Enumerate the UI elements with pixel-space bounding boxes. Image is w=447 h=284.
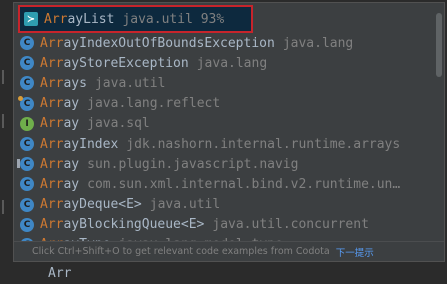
completion-item-selected[interactable]: ≻ Arr ayList java.util 93% (18, 5, 253, 33)
item-package: com.sun.xml.internal.bind.v2.runtime.un… (87, 176, 401, 192)
item-name-rest: ayIndex (63, 136, 119, 152)
typed-text: Arr (48, 266, 72, 281)
item-match-text: Arr (40, 156, 64, 172)
item-match-text: Arr (44, 11, 68, 27)
item-package: java.lang.reflect (87, 96, 221, 112)
completion-item[interactable]: C Arr ayIndex jdk.nashorn.internal.runtime.… (14, 134, 434, 154)
completion-item[interactable]: I Arr ay java.sql (14, 114, 434, 134)
class-icon: C (20, 56, 34, 71)
class-icon: C (18, 95, 34, 111)
item-name-rest: ayIndexOutOfBoundsException (63, 35, 275, 51)
class-icon: C (20, 36, 34, 51)
class-icon: C (20, 76, 34, 91)
completion-item[interactable]: C Arr ay com.sun.xml.internal.bind.v2.runti… (14, 174, 434, 194)
item-name-rest: ay (63, 116, 80, 132)
interface-icon: I (20, 116, 34, 131)
item-package: sun.plugin.javascript.navig (87, 156, 299, 172)
next-hint-link[interactable]: 下一提示 (336, 245, 374, 259)
class-icon: C (20, 137, 34, 152)
class-icon: C (17, 157, 34, 172)
completion-scrollbar[interactable] (436, 13, 442, 77)
item-match-text: Arr (40, 96, 64, 112)
item-match-text: Arr (40, 75, 64, 91)
item-name-rest: ay (63, 156, 80, 172)
completion-item[interactable]: C Arr ayDeque<E> java.util (14, 195, 434, 215)
item-package: jdk.nashorn.internal.runtime.arrays (126, 136, 401, 152)
item-name-rest: ays (63, 75, 87, 91)
item-package: java.lang (196, 55, 268, 71)
item-name-rest: ayList (67, 11, 115, 27)
class-icon: C (20, 197, 34, 212)
class-icon: C (20, 177, 34, 192)
item-package: java.util (149, 197, 221, 213)
item-match-text: Arr (40, 116, 64, 132)
completion-item[interactable]: C Arr ayIndexOutOfBoundsException java.lang (14, 33, 434, 53)
item-name-rest: ayStoreException (63, 55, 189, 71)
item-match-text: Arr (40, 197, 64, 213)
item-package: java.util (94, 75, 166, 91)
item-name-rest: ay (63, 96, 80, 112)
completion-item[interactable]: C Arr ay sun.plugin.javascript.navig (14, 154, 434, 174)
item-match-text: Arr (40, 176, 64, 192)
completion-item[interactable]: C Arr ay java.lang.reflect (14, 94, 434, 114)
item-package: java.sql (87, 116, 150, 132)
item-package: java.lang (282, 35, 354, 51)
item-name-rest: ay (63, 176, 80, 192)
completion-footer: Click Ctrl+Shift+O to get relevant code … (14, 241, 444, 261)
item-name-rest: ayDeque<E> (63, 197, 142, 213)
completion-item[interactable]: C Arr ayBlockingQueue<E> java.util.concurre… (14, 215, 434, 235)
item-match-text: Arr (40, 217, 64, 233)
item-package: java.util.concurrent (212, 217, 369, 233)
completion-item[interactable]: C Arr ayStoreException java.lang (14, 53, 434, 73)
item-match-text: Arr (40, 136, 64, 152)
item-match-text: Arr (40, 55, 64, 71)
completion-item[interactable]: C Arr ays java.util (14, 73, 434, 93)
code-completion-popup: ≻ Arr ayList java.util 93% C Arr ayIndexOutOfB… (13, 2, 445, 262)
item-name-rest: ayBlockingQueue<E> (63, 217, 205, 233)
live-template-icon: ≻ (24, 12, 38, 26)
class-icon: C (20, 217, 34, 232)
codota-hint-text: Click Ctrl+Shift+O to get relevant code … (32, 246, 330, 257)
completion-list: ≻ Arr ayList java.util 93% C Arr ayIndexOutOfB… (14, 3, 434, 255)
item-match-text: Arr (40, 35, 64, 51)
item-package: java.util 93% (122, 11, 225, 27)
